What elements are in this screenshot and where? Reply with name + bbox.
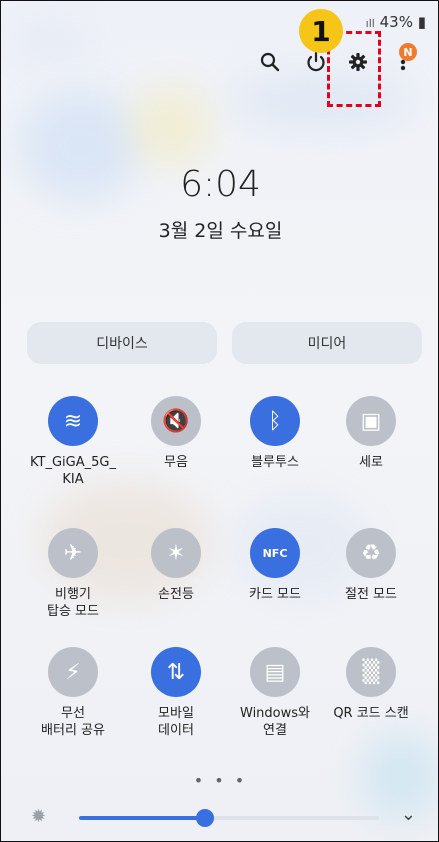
step-marker: 1: [299, 9, 343, 53]
quick-tile-label: 비행기 탑승 모드: [47, 587, 99, 619]
quick-tile-airplane[interactable]: ✈ 비행기 탑승 모드: [25, 528, 121, 620]
quick-tile-wifi[interactable]: ≋ KT_GiGA_5G_ KIA: [25, 396, 121, 488]
link-to-windows-icon[interactable]: ▤: [250, 647, 300, 697]
quick-tile-label: 무선 배터리 공유: [41, 706, 105, 738]
battery-level: 43%: [379, 13, 413, 31]
search-icon[interactable]: [255, 47, 285, 77]
nfc-icon[interactable]: NFC: [250, 528, 300, 578]
qr-icon[interactable]: ▒: [346, 647, 396, 697]
quick-tile-label: KT_GiGA_5G_ KIA: [30, 455, 116, 487]
quick-tile-power-saving[interactable]: ♻ 절전 모드: [323, 528, 419, 603]
quick-tile-mobile-data[interactable]: ⇅ 모바일 데이터: [128, 647, 224, 739]
chevron-down-icon[interactable]: ⌄: [401, 804, 416, 825]
quick-tile-nfc[interactable]: NFC 카드 모드: [227, 528, 323, 603]
quick-panel: ıll 43% ▮ N 1 6:04 3월 2일 수요일 디바이스 미디어 ≋ K…: [0, 0, 439, 842]
quick-tile-wireless-battery[interactable]: ⚡ 무선 배터리 공유: [25, 647, 121, 739]
quick-tile-bluetooth[interactable]: ᛒ 블루투스: [227, 396, 323, 471]
battery-icon: ▮: [417, 13, 426, 31]
mute-icon[interactable]: 🔇: [151, 396, 201, 446]
mobile-data-icon[interactable]: ⇅: [151, 647, 201, 697]
brightness-thumb[interactable]: [196, 809, 214, 827]
quick-tile-label: 절전 모드: [345, 587, 397, 602]
quick-tile-flashlight[interactable]: ✶ 손전등: [128, 528, 224, 603]
page-indicator: • • •: [193, 771, 248, 790]
status-bar: ıll 43% ▮: [366, 13, 426, 31]
device-button[interactable]: 디바이스: [27, 322, 217, 364]
quick-tile-portrait-lock[interactable]: ▣ 세로: [323, 396, 419, 471]
brightness-slider[interactable]: [79, 809, 379, 827]
quick-tile-label: 카드 모드: [249, 587, 301, 602]
clock-date: 3월 2일 수요일: [158, 220, 283, 242]
media-button[interactable]: 미디어: [232, 322, 422, 364]
brightness-fill: [79, 816, 205, 820]
quick-tile-mute[interactable]: 🔇 무음: [128, 396, 224, 471]
bluetooth-icon[interactable]: ᛒ: [250, 396, 300, 446]
quick-tile-label: 세로: [359, 455, 383, 470]
airplane-icon[interactable]: ✈: [48, 528, 98, 578]
quick-tile-label: 손전등: [158, 587, 194, 602]
brightness-icon: ✹: [31, 806, 47, 827]
quick-tile-label: Windows와 연결: [240, 706, 310, 738]
signal-icon: ıll: [365, 17, 375, 30]
wireless-battery-icon[interactable]: ⚡: [48, 647, 98, 697]
portrait-lock-icon[interactable]: ▣: [346, 396, 396, 446]
clock-time: 6:04: [180, 164, 261, 205]
quick-tile-link-to-windows[interactable]: ▤ Windows와 연결: [227, 647, 323, 739]
quick-tile-label: QR 코드 스캔: [333, 706, 409, 721]
notification-badge: N: [399, 43, 417, 61]
quick-tile-label: 블루투스: [251, 455, 299, 470]
power-saving-icon[interactable]: ♻: [346, 528, 396, 578]
quick-tile-qr[interactable]: ▒ QR 코드 스캔: [323, 647, 419, 722]
quick-tile-label: 모바일 데이터: [158, 706, 194, 738]
brightness-control: ✹ ⌄: [31, 804, 426, 834]
flashlight-icon[interactable]: ✶: [151, 528, 201, 578]
quick-tile-label: 무음: [164, 455, 188, 470]
wifi-icon[interactable]: ≋: [48, 396, 98, 446]
